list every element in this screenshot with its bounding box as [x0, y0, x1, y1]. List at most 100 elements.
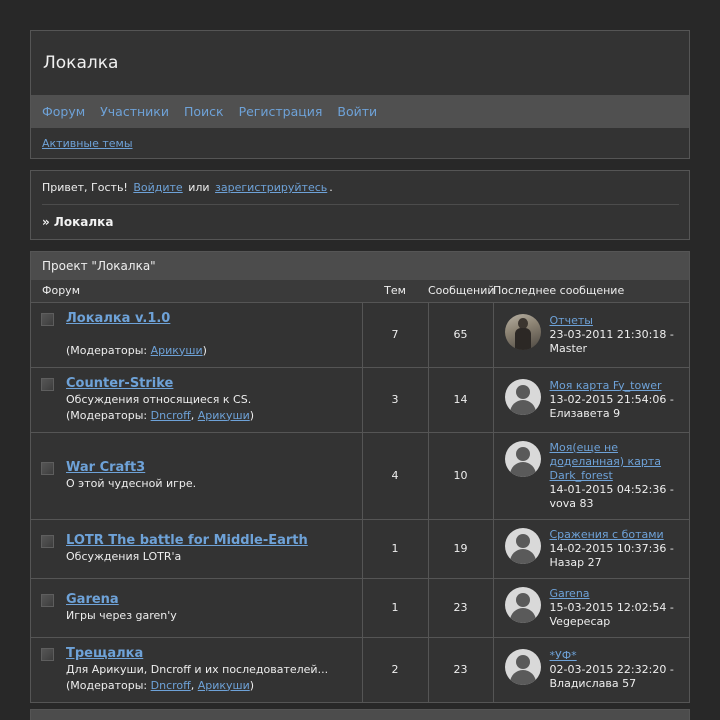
- last-post-cell: Сражения с ботами 14-02-2015 10:37:36 - …: [492, 518, 689, 578]
- forum-row: Трещалка Для Арикуши, Dncroff и их после…: [31, 636, 689, 702]
- post-count: 14: [427, 366, 493, 432]
- page-container: Локалка Форум Участники Поиск Регистраци…: [30, 30, 690, 720]
- forum-title-link[interactable]: LOTR The battle for Middle-Earth: [66, 533, 308, 548]
- forum-cell: Counter-Strike Обсуждения относящиеся к …: [31, 366, 362, 432]
- moderators: (Модераторы: Арикуши): [66, 343, 207, 357]
- last-post-cell: *УФ* 02-03-2015 22:32:20 - Владислава 57: [492, 636, 689, 702]
- forum-row: Локалка v.1.0 (Модераторы: Арикуши) 7 65…: [31, 301, 689, 367]
- forum-table: Форум Тем Сообщений Последнее сообщение …: [31, 280, 689, 702]
- category-title: Проект "Локалка": [31, 252, 689, 280]
- forum-cell: Локалка v.1.0 (Модераторы: Арикуши): [31, 301, 362, 367]
- forum-cell: LOTR The battle for Middle-Earth Обсужде…: [31, 518, 362, 578]
- col-last-post: Последнее сообщение: [493, 280, 689, 303]
- brand: Локалка: [31, 31, 689, 95]
- last-post-cell: Garena 15-03-2015 12:02:54 - Vegepecap: [492, 577, 689, 637]
- topic-count: 2: [361, 636, 428, 702]
- post-count: 19: [427, 518, 493, 578]
- forum-row: Garena Игры через garen'у 1 23 Garena 15…: [31, 577, 689, 637]
- forum-title-link[interactable]: Garena: [66, 592, 119, 607]
- last-post-link[interactable]: Отчеты: [550, 314, 593, 327]
- forum-category: Проект "Локалка" Форум Тем Сообщений Пос…: [30, 251, 690, 703]
- last-post-link[interactable]: *УФ*: [550, 649, 577, 662]
- moderators: (Модераторы: Dncroff, Арикуши): [66, 678, 255, 692]
- forum-description: Обсуждения относящиеся к CS.: [66, 392, 252, 406]
- last-post-info: 14-02-2015 10:37:36 - Назар 27: [549, 541, 674, 569]
- col-topics: Тем: [362, 280, 428, 303]
- site-title[interactable]: Локалка: [43, 53, 118, 73]
- table-header-row: Форум Тем Сообщений Последнее сообщение: [31, 280, 689, 303]
- last-post-info: 15-03-2015 12:02:54 - Vegepecap: [549, 600, 674, 628]
- post-count: 23: [427, 577, 493, 637]
- main-nav: Форум Участники Поиск Регистрация Войти: [31, 95, 689, 128]
- last-post-cell: Моя карта Fy_tower 13-02-2015 21:54:06 -…: [492, 366, 689, 432]
- last-post-cell: Моя(еще не доделанная) карта Dark_forest…: [492, 431, 689, 519]
- greeting-line: Привет, Гость! Войдите или зарегистрируй…: [42, 171, 679, 204]
- last-post-info: 23-03-2011 21:30:18 - Master: [549, 327, 674, 355]
- moderator-link[interactable]: Dncroff: [151, 409, 191, 422]
- forum-status-icon: [41, 647, 54, 661]
- moderators-label: (Модераторы:: [66, 343, 151, 357]
- nav-members[interactable]: Участники: [100, 104, 169, 119]
- post-count: 23: [427, 636, 493, 702]
- nav-forum[interactable]: Форум: [42, 104, 85, 119]
- moderator-link[interactable]: Dncroff: [151, 679, 191, 692]
- last-post-link[interactable]: Моя карта Fy_tower: [550, 379, 662, 392]
- or-text: или: [188, 181, 210, 194]
- last-post-link[interactable]: Моя(еще не доделанная) карта Dark_forest: [550, 441, 662, 482]
- forum-title-link[interactable]: Локалка v.1.0: [66, 311, 170, 326]
- topic-count: 7: [361, 301, 428, 367]
- moderators: (Модераторы: Dncroff, Арикуши): [66, 408, 255, 422]
- topic-count: 1: [361, 518, 428, 578]
- next-category-bar: [30, 708, 690, 720]
- forum-row: War Craft3 О этой чудесной игре. 4 10 Мо…: [31, 431, 689, 519]
- last-post-info: 02-03-2015 22:32:20 - Владислава 57: [549, 662, 674, 690]
- forum-title-link[interactable]: War Craft3: [66, 460, 145, 475]
- avatar-icon: [504, 648, 541, 685]
- forum-row: Counter-Strike Обсуждения относящиеся к …: [31, 366, 689, 432]
- forum-status-icon: [41, 534, 54, 548]
- forum-description: Для Арикуши, Dncroff и их последователей…: [66, 662, 329, 676]
- forum-cell: War Craft3 О этой чудесной игре.: [31, 431, 362, 519]
- moderator-link[interactable]: Арикуши: [151, 344, 203, 357]
- greeting-text: Привет, Гость!: [42, 181, 128, 194]
- moderators-label: (Модераторы:: [66, 678, 151, 692]
- nav-login[interactable]: Войти: [337, 104, 377, 119]
- moderators-label: (Модераторы:: [66, 408, 151, 422]
- nav-search[interactable]: Поиск: [184, 104, 224, 119]
- last-post-link[interactable]: Garena: [550, 587, 590, 600]
- last-post-link[interactable]: Сражения с ботами: [550, 528, 664, 541]
- forum-row: LOTR The battle for Middle-Earth Обсужде…: [31, 518, 689, 578]
- sub-nav: Активные темы: [31, 128, 689, 158]
- topic-count: 4: [361, 431, 428, 519]
- active-topics-link[interactable]: Активные темы: [42, 137, 133, 150]
- forum-title-link[interactable]: Трещалка: [66, 646, 143, 661]
- forum-description: Обсуждения LOTR'а: [66, 549, 182, 563]
- welcome-box: Привет, Гость! Войдите или зарегистрируй…: [30, 170, 690, 240]
- last-post-info: 13-02-2015 21:54:06 - Елизавета 9: [549, 392, 674, 420]
- col-posts: Сообщений: [428, 280, 495, 303]
- forum-status-icon: [41, 461, 54, 475]
- forum-status-icon: [41, 377, 54, 391]
- last-post-info: 14-01-2015 04:52:36 - vova 83: [549, 482, 674, 510]
- forum-cell: Garena Игры через garen'у: [31, 577, 362, 637]
- forum-description: Игры через garen'у: [66, 608, 177, 622]
- forum-description: О этой чудесной игре.: [66, 476, 197, 490]
- avatar-icon: [504, 586, 541, 623]
- forum-status-icon: [41, 312, 54, 326]
- forum-title-link[interactable]: Counter-Strike: [66, 376, 173, 391]
- last-post-cell: Отчеты 23-03-2011 21:30:18 - Master: [492, 301, 689, 367]
- post-count: 65: [427, 301, 493, 367]
- register-link[interactable]: зарегистрируйтесь: [215, 181, 327, 194]
- avatar-icon: [504, 378, 541, 415]
- topic-count: 3: [361, 366, 428, 432]
- avatar-icon: [504, 527, 541, 564]
- login-link[interactable]: Войдите: [133, 181, 182, 194]
- avatar-icon: [504, 313, 541, 350]
- nav-register[interactable]: Регистрация: [239, 104, 323, 119]
- moderator-link[interactable]: Арикуши: [198, 409, 250, 422]
- forum-cell: Трещалка Для Арикуши, Dncroff и их после…: [31, 636, 362, 702]
- col-forum: Форум: [31, 280, 362, 303]
- moderator-link[interactable]: Арикуши: [198, 679, 250, 692]
- topic-count: 1: [361, 577, 428, 637]
- post-count: 10: [427, 431, 493, 519]
